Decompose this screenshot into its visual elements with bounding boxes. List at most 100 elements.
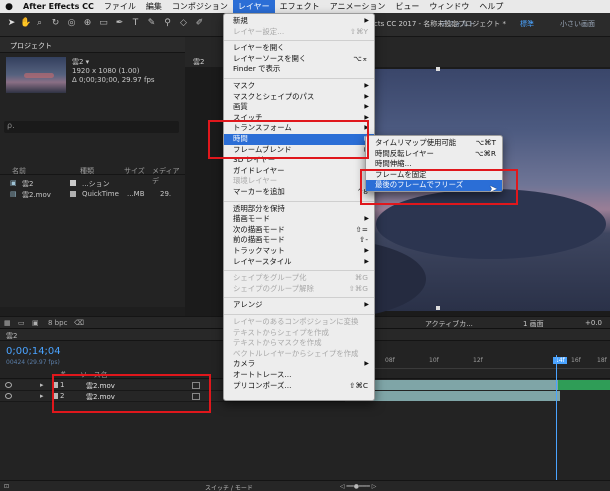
menu-help[interactable]: ヘルプ bbox=[474, 0, 508, 13]
menu-item[interactable]: カメラ ▶ bbox=[224, 359, 374, 370]
transform-handle[interactable] bbox=[436, 67, 440, 71]
timeline-tab[interactable]: 雲2 bbox=[6, 331, 17, 341]
pen-tool-icon[interactable]: ✒ bbox=[114, 18, 125, 30]
menu-item[interactable]: マスク ▶ bbox=[224, 81, 374, 92]
trash-icon[interactable]: ⌫ bbox=[74, 319, 84, 327]
switches-modes-toggle[interactable]: スイッチ / モード bbox=[205, 483, 253, 491]
label-color[interactable] bbox=[70, 191, 76, 197]
exposure-value[interactable]: +0.0 bbox=[585, 319, 602, 327]
time-ruler[interactable]: 0f 08f 10f 12f 14f 16f 18f bbox=[345, 355, 610, 369]
menu-item-label: ベクトルレイヤーからシェイプを作成 bbox=[233, 348, 359, 358]
menu-edit[interactable]: 編集 bbox=[141, 0, 167, 13]
menu-item: ベクトルレイヤーからシェイプを作成 bbox=[224, 349, 374, 360]
menu-effect[interactable]: エフェクト bbox=[275, 0, 325, 13]
menu-item[interactable]: レイヤーを開く bbox=[224, 43, 374, 54]
menu-item[interactable]: アレンジ ▶ bbox=[224, 300, 374, 311]
eraser-tool-icon[interactable]: ◇ bbox=[178, 18, 189, 30]
expand-arrow-icon[interactable]: ▸ bbox=[40, 381, 44, 389]
submenu-arrow-icon: ▶ bbox=[364, 257, 369, 265]
menu-item[interactable]: 画質 ▶ bbox=[224, 102, 374, 113]
zoom-slider[interactable]: ◁ ━━●━━━ ▷ bbox=[340, 483, 376, 490]
submenu-arrow-icon: ▶ bbox=[364, 92, 369, 100]
menu-item-label: 画質 bbox=[233, 102, 248, 112]
label-color[interactable] bbox=[70, 180, 76, 186]
menu-separator bbox=[224, 40, 374, 42]
menu-item[interactable]: 描画モード ▶ bbox=[224, 214, 374, 225]
eye-icon[interactable] bbox=[5, 393, 12, 399]
new-folder-icon[interactable]: ▭ bbox=[18, 319, 25, 327]
menu-layer[interactable]: レイヤー bbox=[232, 0, 275, 13]
project-row[interactable]: ▣ 雲2 ...ション bbox=[0, 178, 185, 188]
menu-item[interactable]: タイムリマップ使用可能 ⌥⌘T bbox=[366, 138, 502, 149]
menu-item-label: テキストからマスクを作成 bbox=[233, 338, 322, 348]
brush-tool-icon[interactable]: ✎ bbox=[146, 18, 157, 30]
type-tool-icon[interactable]: T bbox=[130, 18, 141, 30]
frozen-frame-bar[interactable] bbox=[558, 380, 610, 390]
roto-brush-tool-icon[interactable]: ✐ bbox=[194, 18, 205, 30]
rectangle-tool-icon[interactable]: ▭ bbox=[98, 18, 109, 30]
eye-icon[interactable] bbox=[5, 382, 12, 388]
comp-icon: ▣ bbox=[10, 179, 17, 187]
bit-depth[interactable]: 8 bpc bbox=[48, 319, 67, 327]
layer-duration-bar[interactable] bbox=[350, 380, 560, 390]
expand-arrow-icon[interactable]: ▸ bbox=[40, 392, 44, 400]
menu-item-label: プリコンポーズ... bbox=[233, 380, 292, 390]
app-menu[interactable]: After Effects CC bbox=[18, 0, 99, 13]
menu-item[interactable]: 時間反転レイヤー ⌥⌘R bbox=[366, 149, 502, 160]
menu-item-label: レイヤーを開く bbox=[233, 43, 285, 53]
project-search-input[interactable]: ρ. bbox=[4, 121, 179, 133]
zoom-tool-icon[interactable]: ⌕ bbox=[34, 18, 45, 30]
menu-bar: ● After Effects CC ファイル 編集 コンポジション レイヤー … bbox=[0, 0, 610, 13]
camera-tool-icon[interactable]: ◎ bbox=[66, 18, 77, 30]
workspace-default[interactable]: デフォルト bbox=[440, 19, 475, 29]
col-name[interactable]: 名前 bbox=[12, 166, 26, 176]
submenu-arrow-icon: ▶ bbox=[364, 82, 369, 89]
menu-item[interactable]: Finder で表示 bbox=[224, 64, 374, 75]
menu-item-label: 環境レイヤー bbox=[233, 176, 278, 186]
menu-item-label: オートトレース... bbox=[233, 370, 292, 379]
project-tab[interactable]: プロジェクト bbox=[0, 37, 185, 53]
new-comp-icon[interactable]: ▣ bbox=[32, 319, 39, 327]
col-size[interactable]: サイズ bbox=[124, 166, 145, 176]
current-time-display[interactable]: 0;00;14;04 bbox=[6, 346, 61, 357]
project-tab-label: プロジェクト bbox=[10, 42, 52, 50]
menu-item[interactable]: 前の描画モード ⇧- bbox=[224, 235, 374, 246]
selection-tool-icon[interactable]: ➤ bbox=[6, 18, 17, 30]
col-type[interactable]: 種類 bbox=[80, 166, 94, 176]
menu-file[interactable]: ファイル bbox=[99, 0, 141, 13]
menu-item[interactable]: マーカーを追加 ^8 bbox=[224, 187, 374, 198]
hand-tool-icon[interactable]: ✋ bbox=[20, 18, 31, 30]
interpret-footage-icon[interactable]: ▦ bbox=[4, 319, 11, 327]
project-item-name[interactable]: 雲2 ▾ bbox=[72, 57, 89, 67]
menu-composition[interactable]: コンポジション bbox=[167, 0, 233, 13]
menu-item[interactable]: レイヤースタイル ▶ bbox=[224, 257, 374, 268]
menu-item-label: 時間伸縮... bbox=[375, 159, 412, 169]
menu-item: レイヤー設定... ⇧⌘Y bbox=[224, 27, 374, 38]
menu-item-label: レイヤースタイル bbox=[233, 256, 292, 266]
menu-window[interactable]: ウィンドウ bbox=[424, 0, 474, 13]
menu-item[interactable]: マスクとシェイプのパス ▶ bbox=[224, 92, 374, 103]
toggle-icon[interactable]: ⊡ bbox=[4, 483, 9, 490]
current-time-indicator[interactable] bbox=[556, 355, 557, 491]
menu-item[interactable]: トラックマット ▶ bbox=[224, 246, 374, 257]
menu-item[interactable]: レイヤーソースを開く ⌥⌅ bbox=[224, 54, 374, 65]
menu-item[interactable]: 新規 ▶ bbox=[224, 16, 374, 27]
rotate-tool-icon[interactable]: ↻ bbox=[50, 18, 61, 30]
project-row[interactable]: ▤ 雲2.mov QuickTime ...MB 29. bbox=[0, 189, 185, 199]
workspace-standard[interactable]: 標準 bbox=[520, 19, 534, 29]
layer-duration-bar[interactable] bbox=[350, 391, 560, 401]
menu-item[interactable]: 次の描画モード ⇧= bbox=[224, 225, 374, 236]
menu-item[interactable]: ガイドレイヤー bbox=[224, 166, 374, 177]
transform-handle[interactable] bbox=[436, 306, 440, 310]
menu-item[interactable]: オートトレース... bbox=[224, 370, 374, 381]
workspace-small-screen[interactable]: 小さい画面 bbox=[560, 19, 595, 29]
menu-separator bbox=[224, 78, 374, 79]
composition-tab[interactable]: 雲2 bbox=[193, 57, 204, 67]
stamp-tool-icon[interactable]: ⚲ bbox=[162, 18, 173, 30]
menu-item[interactable]: 透明部分を保持 bbox=[224, 204, 374, 215]
menu-item[interactable]: プリコンポーズ... ⇧⌘C bbox=[224, 381, 374, 392]
menu-animation[interactable]: アニメーション bbox=[325, 0, 391, 13]
menu-view[interactable]: ビュー bbox=[390, 0, 424, 13]
pan-behind-tool-icon[interactable]: ⊕ bbox=[82, 18, 93, 30]
apple-icon[interactable]: ● bbox=[0, 2, 18, 12]
